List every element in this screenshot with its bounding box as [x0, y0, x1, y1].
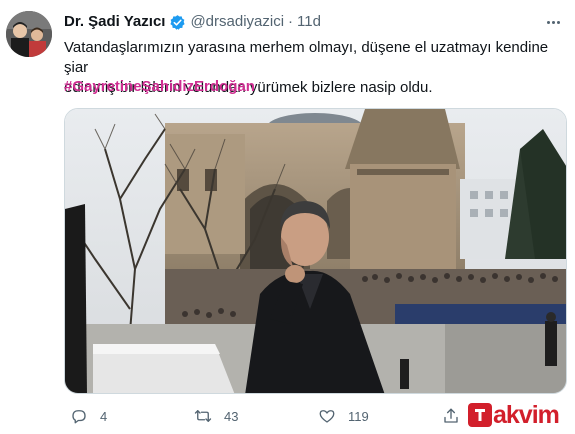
tweet-header: Dr. Şadi Yazıcı @drsadiyazici · 11d — [64, 13, 321, 31]
more-options-icon[interactable] — [540, 12, 566, 32]
author-name[interactable]: Dr. Şadi Yazıcı — [64, 13, 165, 31]
retweet-button[interactable]: 43 — [194, 404, 238, 428]
like-icon — [319, 410, 335, 423]
reply-button[interactable]: 4 — [70, 404, 107, 428]
share-button[interactable] — [442, 404, 460, 428]
like-button[interactable]: 119 — [318, 404, 369, 428]
reply-count: 4 — [100, 408, 108, 424]
watermark-text: akvim — [493, 401, 560, 429]
watermark-badge-icon — [468, 403, 492, 427]
avatar[interactable] — [6, 11, 52, 57]
tweet-timestamp[interactable]: 11d — [297, 13, 321, 31]
tweet[interactable]: Dr. Şadi Yazıcı @drsadiyazici · 11d Vata… — [0, 0, 575, 434]
watermark-logo: akvim — [468, 402, 572, 428]
retweet-icon — [194, 410, 212, 422]
retweet-count: 43 — [224, 408, 239, 424]
tweet-photo[interactable] — [64, 108, 567, 394]
like-count: 119 — [348, 408, 369, 424]
verified-badge-icon — [169, 14, 186, 31]
share-icon — [444, 408, 458, 423]
hashtag-link[interactable]: #GayretineŞahidizErdoğan — [64, 77, 255, 97]
tweet-text-line-1: Vatandaşlarımızın yarasına merhem olmayı… — [64, 39, 549, 76]
author-handle[interactable]: @drsadiyazici — [190, 13, 284, 31]
reply-icon — [72, 410, 86, 424]
header-separator: · — [288, 13, 294, 30]
